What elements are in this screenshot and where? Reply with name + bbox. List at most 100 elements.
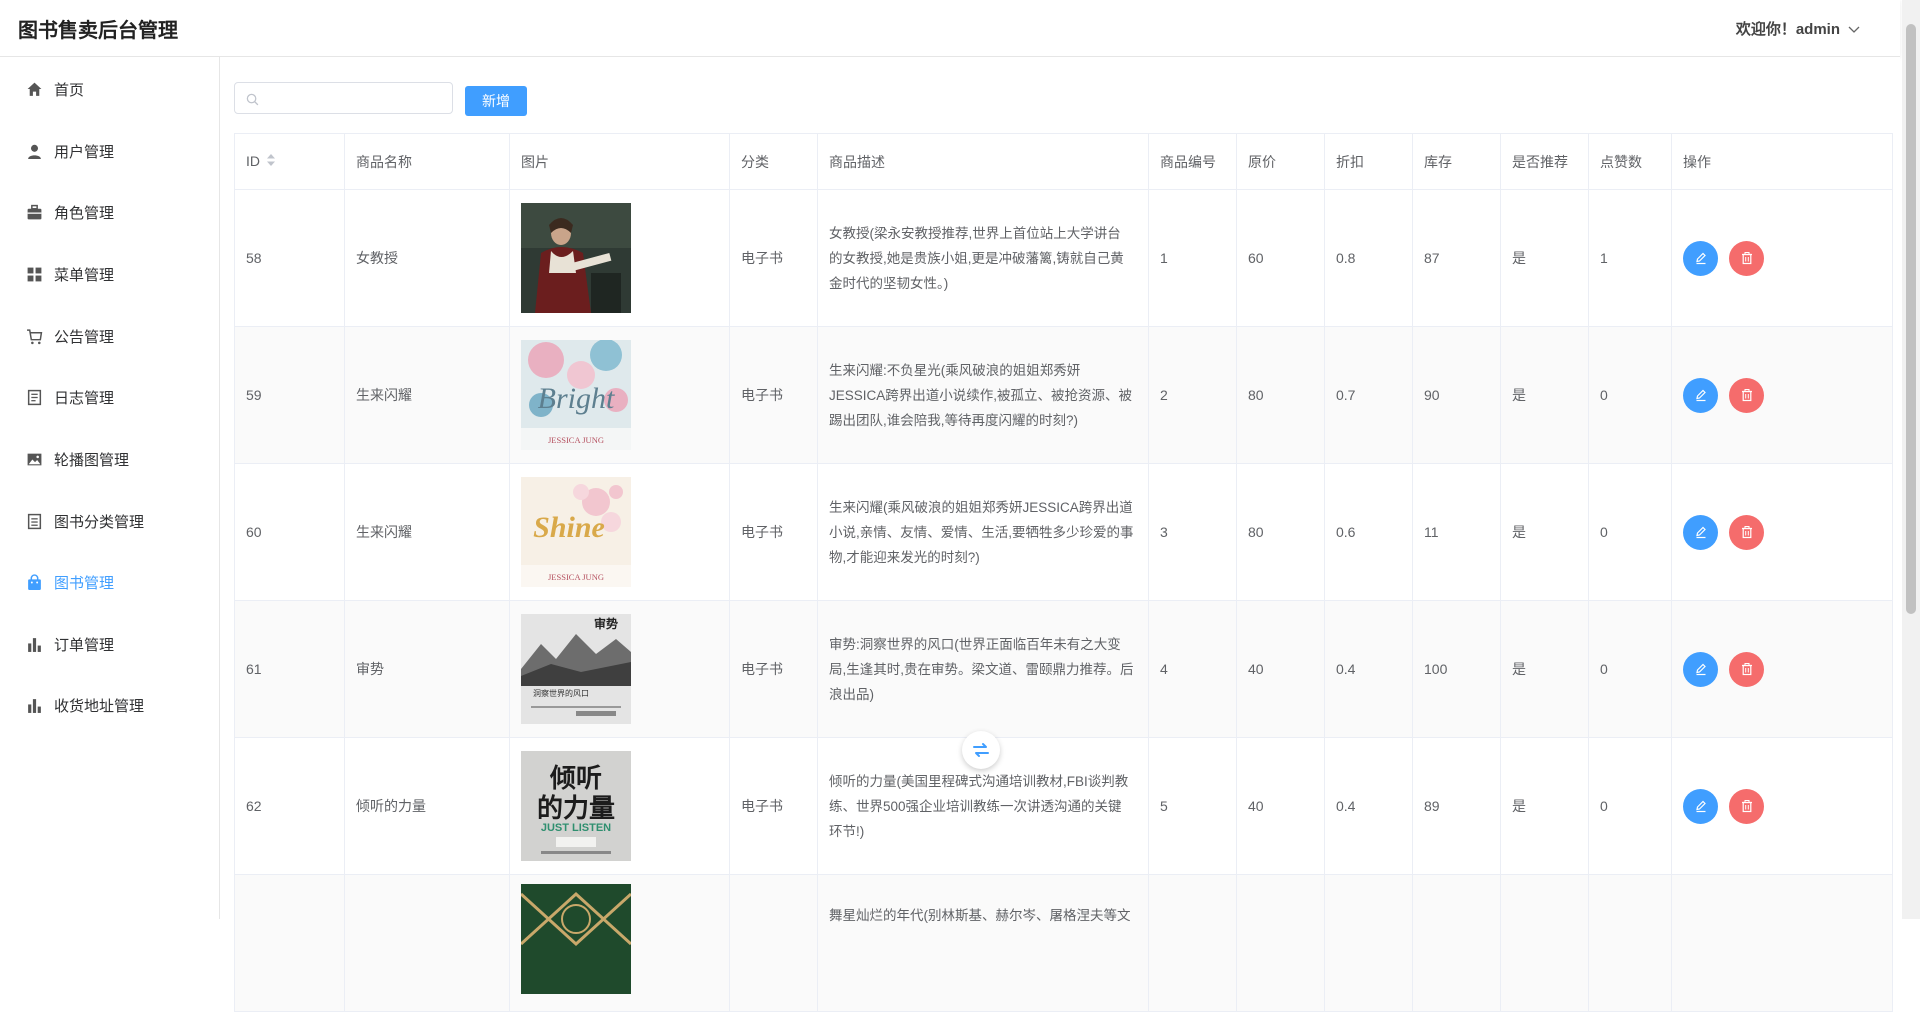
search-input[interactable] [267,87,446,111]
sidebar: 首页 用户管理 角色管理 菜单管理 公告管理 日志管理 轮播图管理 图书分类管理… [0,57,220,919]
cell-likes: 1 [1588,189,1672,327]
sidebar-item-carousel[interactable]: 轮播图管理 [0,439,219,479]
page-scrollbar[interactable] [1902,0,1920,919]
cell-stock: 87 [1412,189,1501,327]
cell-price: 80 [1236,326,1325,464]
scrollbar-thumb[interactable] [1906,24,1916,614]
column-header-id[interactable]: ID [234,133,345,190]
table-row: 60 生来闪耀 Shine JESSICA JUNG 电子书 生来闪耀(乘风破浪… [234,463,1893,601]
book-cover-image[interactable]: 审势 洞察世界的风口 [521,614,631,724]
trash-icon [1741,663,1752,676]
description-text: 生来闪耀(乘风破浪的姐姐郑秀妍JESSICA跨界出道小说,亲情、友情、爱情、生活… [829,499,1134,565]
search-box[interactable] [234,82,453,114]
cell-id: 58 [234,189,345,327]
column-header-stock: 库存 [1412,133,1501,190]
bar-chart-icon [26,636,43,653]
cell-discount: 0.7 [1324,326,1413,464]
column-header-name: 商品名称 [344,133,510,190]
column-header-image: 图片 [509,133,730,190]
edit-button[interactable] [1683,788,1718,824]
delete-button[interactable] [1729,514,1764,550]
book-cover-image[interactable] [521,203,631,313]
cell-code: 5 [1148,737,1237,875]
delete-button[interactable] [1729,788,1764,824]
cell-price: 40 [1236,737,1325,875]
cell-description: 舞星灿烂的年代(别林斯基、赫尔岑、屠格涅夫等文 [817,874,1149,1012]
cell-description: 生来闪耀(乘风破浪的姐姐郑秀妍JESSICA跨界出道小说,亲情、友情、爱情、生活… [817,463,1149,601]
book-cover-image[interactable]: Bright JESSICA JUNG [521,340,631,450]
sidebar-item-menus[interactable]: 菜单管理 [0,254,219,294]
sidebar-item-users[interactable]: 用户管理 [0,131,219,171]
sidebar-item-label: 轮播图管理 [54,451,130,469]
sidebar-item-orders[interactable]: 订单管理 [0,624,219,664]
cell-stock: 100 [1412,600,1501,738]
cell-name: 倾听的力量 [344,737,510,875]
cell-category: 电子书 [729,463,818,601]
book-cover-image[interactable]: 倾听 的力量 JUST LISTEN [521,751,631,861]
cell-id: 61 [234,600,345,738]
delete-button[interactable] [1729,651,1764,687]
cell-likes: 0 [1588,600,1672,738]
cell-name: 生来闪耀 [344,463,510,601]
column-header-recommend: 是否推荐 [1500,133,1589,190]
cell-code: 2 [1148,326,1237,464]
main-content: 新增 ID 商品名称 图片 分类 商品描述 商品编号 原价 折扣 库存 是否推荐… [220,57,1900,1012]
picture-icon [26,451,43,468]
bar-chart-icon [26,697,43,714]
cell-id: 59 [234,326,345,464]
cell-recommend: 是 [1500,463,1589,601]
add-button[interactable]: 新增 [465,86,527,116]
cell-image: Shine JESSICA JUNG [509,463,730,601]
cell-likes: 0 [1588,326,1672,464]
cell-likes: 0 [1588,737,1672,875]
sidebar-item-home[interactable]: 首页 [0,69,219,109]
cell-discount: 0.4 [1324,600,1413,738]
delete-button[interactable] [1729,377,1764,413]
swap-arrows-icon [973,743,989,757]
description-text: 舞星灿烂的年代(别林斯基、赫尔岑、屠格涅夫等文 [829,908,1131,923]
book-cover-image[interactable]: Shine JESSICA JUNG [521,477,631,587]
translate-float-icon[interactable] [962,731,1000,769]
edit-button[interactable] [1683,240,1718,276]
sidebar-item-book-categories[interactable]: 图书分类管理 [0,501,219,541]
edit-button[interactable] [1683,651,1718,687]
delete-button[interactable] [1729,240,1764,276]
cell-recommend [1500,874,1589,1012]
column-header-likes: 点赞数 [1588,133,1672,190]
cell-id: 60 [234,463,345,601]
user-menu[interactable]: 欢迎你！admin [1736,18,1860,39]
column-header-description: 商品描述 [817,133,1149,190]
edit-button[interactable] [1683,514,1718,550]
cover-title: 审势 [594,616,618,631]
sidebar-item-label: 公告管理 [54,328,115,346]
cell-discount: 0.6 [1324,463,1413,601]
cell-code: 1 [1148,189,1237,327]
cell-stock [1412,874,1501,1012]
cover-title: Shine [533,511,605,544]
sidebar-item-label: 图书管理 [54,574,115,592]
book-cover-image[interactable] [521,884,631,994]
sidebar-item-notices[interactable]: 公告管理 [0,316,219,356]
cell-stock: 89 [1412,737,1501,875]
sidebar-item-roles[interactable]: 角色管理 [0,192,219,232]
sidebar-item-logs[interactable]: 日志管理 [0,377,219,417]
cell-recommend: 是 [1500,737,1589,875]
welcome-text: 欢迎你！admin [1735,21,1840,38]
column-header-category: 分类 [729,133,818,190]
edit-button[interactable] [1683,377,1718,413]
sidebar-item-label: 菜单管理 [54,266,115,284]
cell-code [1148,874,1237,1012]
app-title: 图书售卖后台管理 [18,20,178,42]
edit-icon [1695,252,1706,265]
cell-description: 生来闪耀:不负星光(乘风破浪的姐姐郑秀妍JESSICA跨界出道小说续作,被孤立、… [817,326,1149,464]
edit-icon [1695,800,1706,813]
cell-category: 电子书 [729,326,818,464]
edit-icon [1695,526,1706,539]
sidebar-item-books[interactable]: 图书管理 [0,562,219,602]
cell-image: 审势 洞察世界的风口 [509,600,730,738]
cell-stock: 90 [1412,326,1501,464]
sort-caret-icon[interactable] [266,153,276,170]
cover-title: Bright [538,382,615,415]
sidebar-item-addresses[interactable]: 收货地址管理 [0,685,219,725]
user-icon [26,143,43,160]
